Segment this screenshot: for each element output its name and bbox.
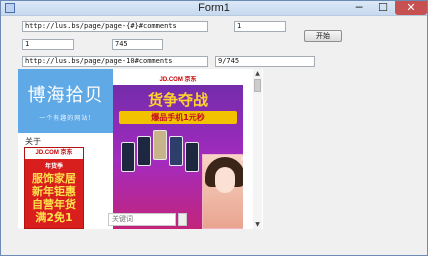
site-title: 博海拾贝 bbox=[27, 85, 104, 106]
jd-logo: JD.COM 京东 bbox=[25, 148, 83, 159]
first-page-input[interactable]: 1 bbox=[22, 39, 74, 50]
title-bar[interactable]: Form1 ─ ☐ ✕ bbox=[1, 1, 427, 16]
browser-scrollbar[interactable]: ▲ ▼ bbox=[253, 69, 262, 229]
ad-line-1: 服饰家居 bbox=[32, 172, 76, 185]
start-button[interactable]: 开始 bbox=[304, 30, 342, 42]
site-subtitle: 一个有趣的网站! bbox=[39, 115, 92, 122]
ad-strip: 爆品手机1元秒 bbox=[119, 111, 237, 124]
scroll-down-icon[interactable]: ▼ bbox=[253, 220, 262, 229]
scroll-thumb[interactable] bbox=[254, 79, 261, 92]
phones-image bbox=[121, 130, 205, 178]
phone-image bbox=[121, 142, 135, 172]
ad-tag: 年货季 bbox=[44, 163, 63, 170]
ad-line-2: 新年钜惠 bbox=[32, 185, 76, 198]
maximize-icon[interactable]: ☐ bbox=[371, 1, 395, 15]
phone-image bbox=[153, 130, 167, 160]
search-button[interactable] bbox=[178, 213, 187, 226]
jd-logo: JD.COM 京东 bbox=[113, 76, 243, 85]
face-shape bbox=[215, 167, 235, 193]
minimize-icon[interactable]: ─ bbox=[347, 1, 371, 15]
search-input[interactable]: 关键词 bbox=[108, 213, 176, 226]
url-template-input[interactable]: http://lus.bs/page/page-{#}#comments bbox=[22, 21, 208, 32]
ad-line-3: 自营年货 bbox=[32, 198, 76, 211]
phone-image bbox=[169, 136, 183, 166]
ad-line-4: 满2免1 bbox=[35, 211, 73, 224]
phone-image bbox=[137, 136, 151, 166]
close-ad-icon[interactable]: ✕ bbox=[240, 155, 243, 163]
about-link[interactable]: 关于 bbox=[25, 136, 41, 147]
side-advertisement[interactable]: JD.COM 京东 年货季 服饰家居 新年钜惠 自营年货 满2免1 bbox=[24, 147, 84, 229]
scroll-up-icon[interactable]: ▲ bbox=[253, 69, 262, 78]
web-browser[interactable]: 博海拾贝 一个有趣的网站! 关于 JD.COM 京东 年货季 服饰家居 新年钜惠… bbox=[18, 69, 263, 229]
main-advertisement[interactable]: JD.COM 京东 货争夺战 爆品手机1元秒 ✕ bbox=[113, 76, 243, 229]
last-page-input[interactable]: 745 bbox=[112, 39, 163, 50]
progress-input[interactable]: 9/745 bbox=[215, 56, 315, 67]
model-photo[interactable]: ✕ bbox=[202, 154, 243, 229]
phone-image bbox=[185, 142, 199, 172]
page-start-input[interactable]: 1 bbox=[234, 21, 286, 32]
site-banner[interactable]: 博海拾贝 一个有趣的网站! bbox=[18, 69, 113, 133]
current-url-input[interactable]: http://lus.bs/page/page-10#comments bbox=[22, 56, 208, 67]
ad-headline: 货争夺战 bbox=[147, 91, 208, 109]
form1-window: Form1 ─ ☐ ✕ http://lus.bs/page/page-{#}#… bbox=[0, 0, 428, 256]
close-icon[interactable]: ✕ bbox=[395, 1, 427, 15]
